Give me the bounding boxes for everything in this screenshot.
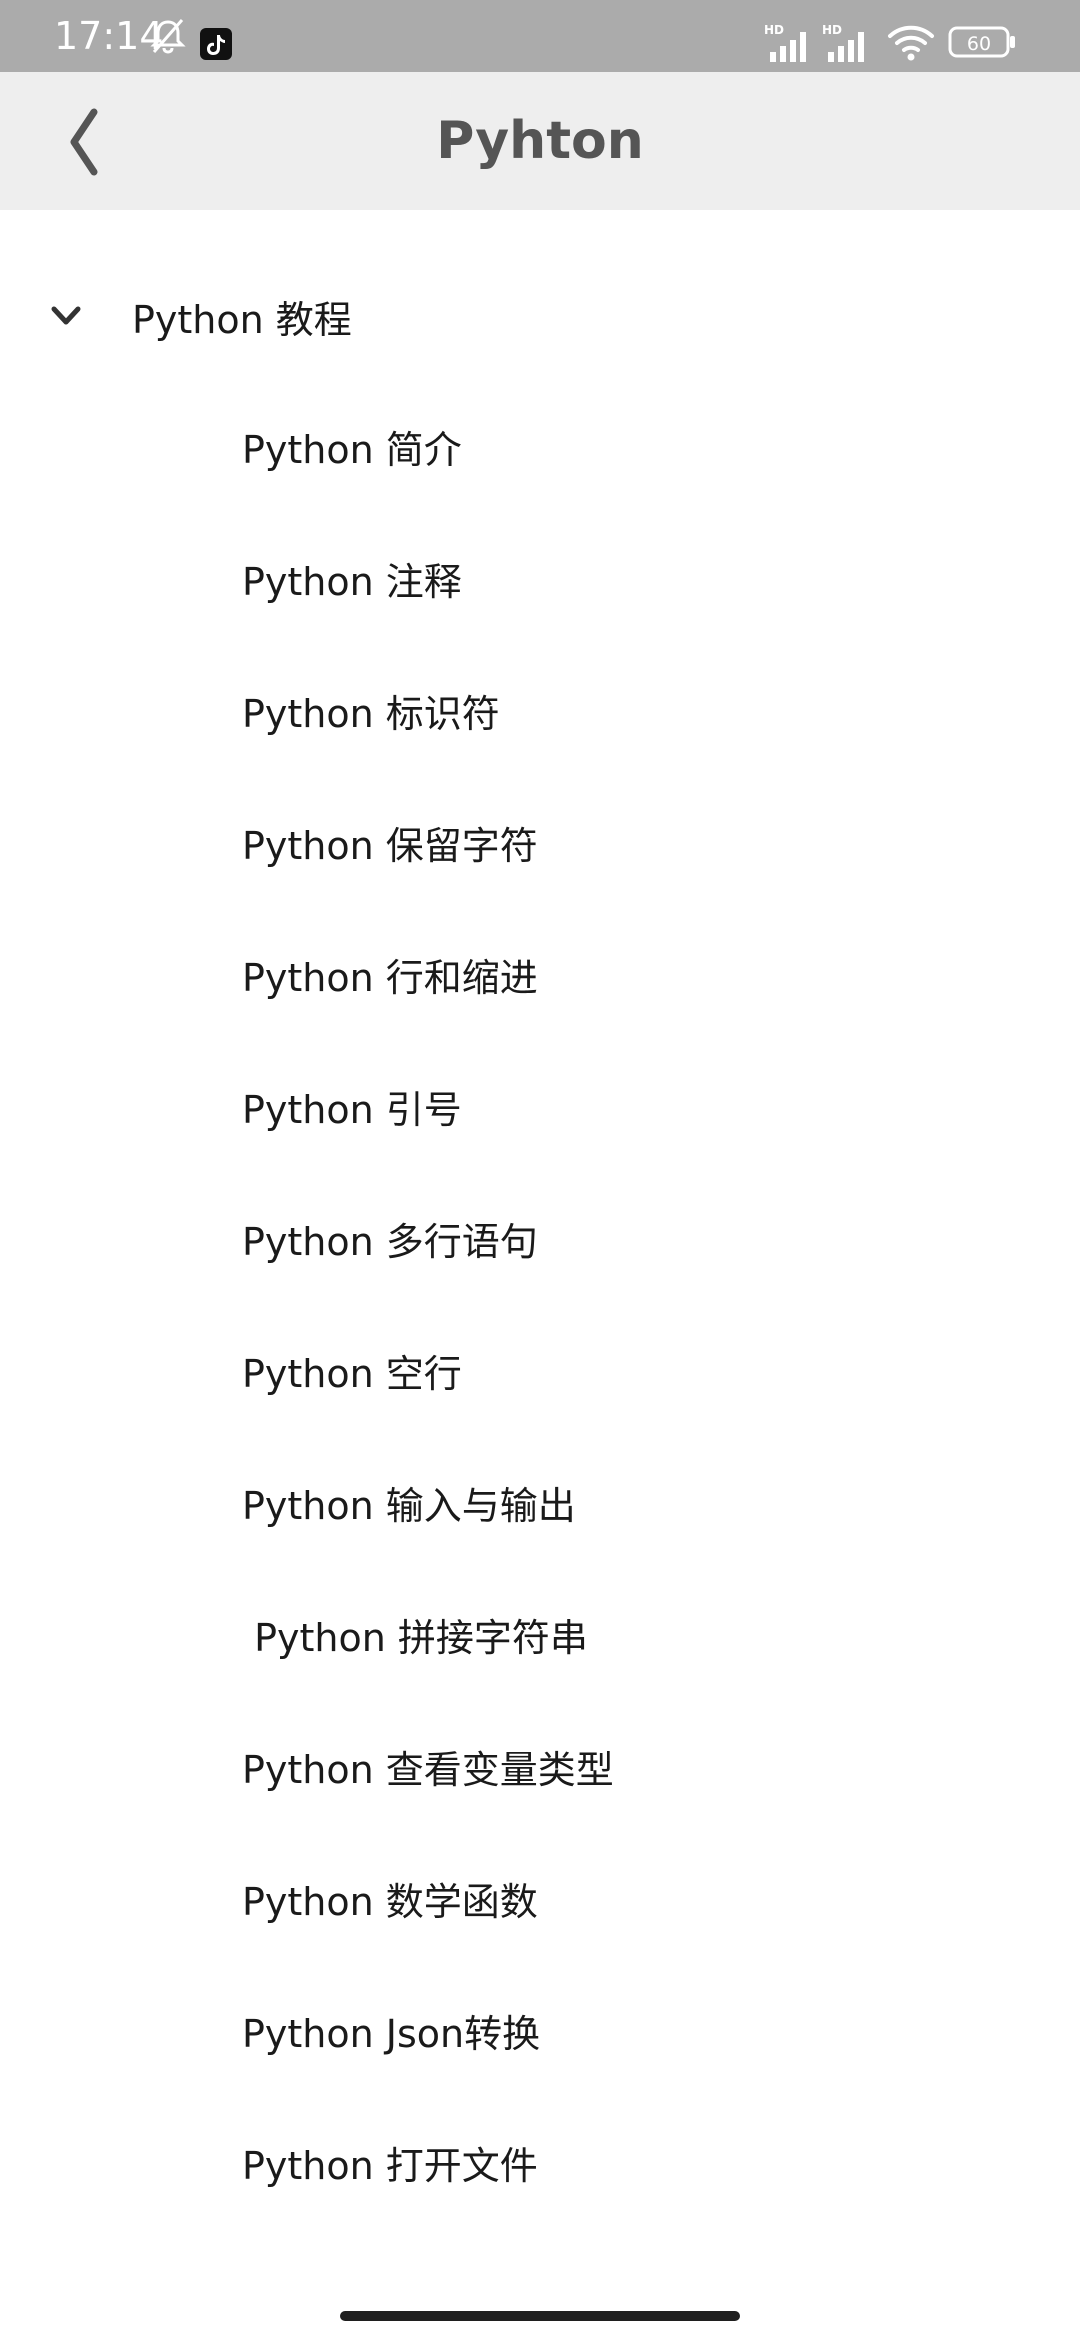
tree-item[interactable]: Python 简介	[0, 402, 1080, 534]
tree-item[interactable]: Python 拼接字符串	[0, 1590, 1080, 1722]
signal-2-hd-label: HD	[822, 23, 842, 37]
tree-item[interactable]: Python 保留字符	[0, 798, 1080, 930]
tree-item[interactable]: Python 输入与输出	[0, 1458, 1080, 1590]
tree-item[interactable]: Python 数学函数	[0, 1854, 1080, 1986]
page-title: Pyhton	[436, 111, 644, 171]
tree-item[interactable]: Python 多行语句	[0, 1194, 1080, 1326]
tree-item-list: Python 简介 Python 注释 Python 标识符 Python 保留…	[0, 402, 1080, 2250]
chevron-down-icon	[46, 296, 86, 336]
tree-group-label: Python 教程	[132, 298, 352, 342]
status-bar: 17:14 HD HD 60	[0, 0, 1080, 72]
signal-2-icon: HD	[822, 22, 878, 68]
app-bar: Pyhton	[0, 72, 1080, 210]
tree-item[interactable]: Python 行和缩进	[0, 930, 1080, 1062]
wifi-icon	[886, 22, 936, 68]
battery-icon: 60	[948, 24, 1018, 64]
home-indicator[interactable]	[340, 2311, 740, 2321]
signal-1-icon: HD	[764, 22, 820, 68]
tree-item[interactable]: Python Json转换	[0, 1986, 1080, 2118]
chevron-left-icon	[70, 108, 98, 176]
back-button[interactable]	[60, 102, 140, 182]
mute-bell-icon	[148, 16, 188, 60]
tree-item[interactable]: Python 查看变量类型	[0, 1722, 1080, 1854]
tree-item[interactable]: Python 注释	[0, 534, 1080, 666]
tiktok-icon	[200, 28, 232, 64]
signal-1-hd-label: HD	[764, 23, 784, 37]
tree-item[interactable]: Python 打开文件	[0, 2118, 1080, 2250]
tree-item[interactable]: Python 空行	[0, 1326, 1080, 1458]
tree-group-python-tutorial[interactable]: Python 教程	[0, 272, 1080, 368]
screen: 17:14 HD HD 60 Pyhton Python 教程 Python 简…	[0, 0, 1080, 2340]
tree-item[interactable]: Python 引号	[0, 1062, 1080, 1194]
battery-level: 60	[967, 33, 991, 55]
tree-item[interactable]: Python 标识符	[0, 666, 1080, 798]
